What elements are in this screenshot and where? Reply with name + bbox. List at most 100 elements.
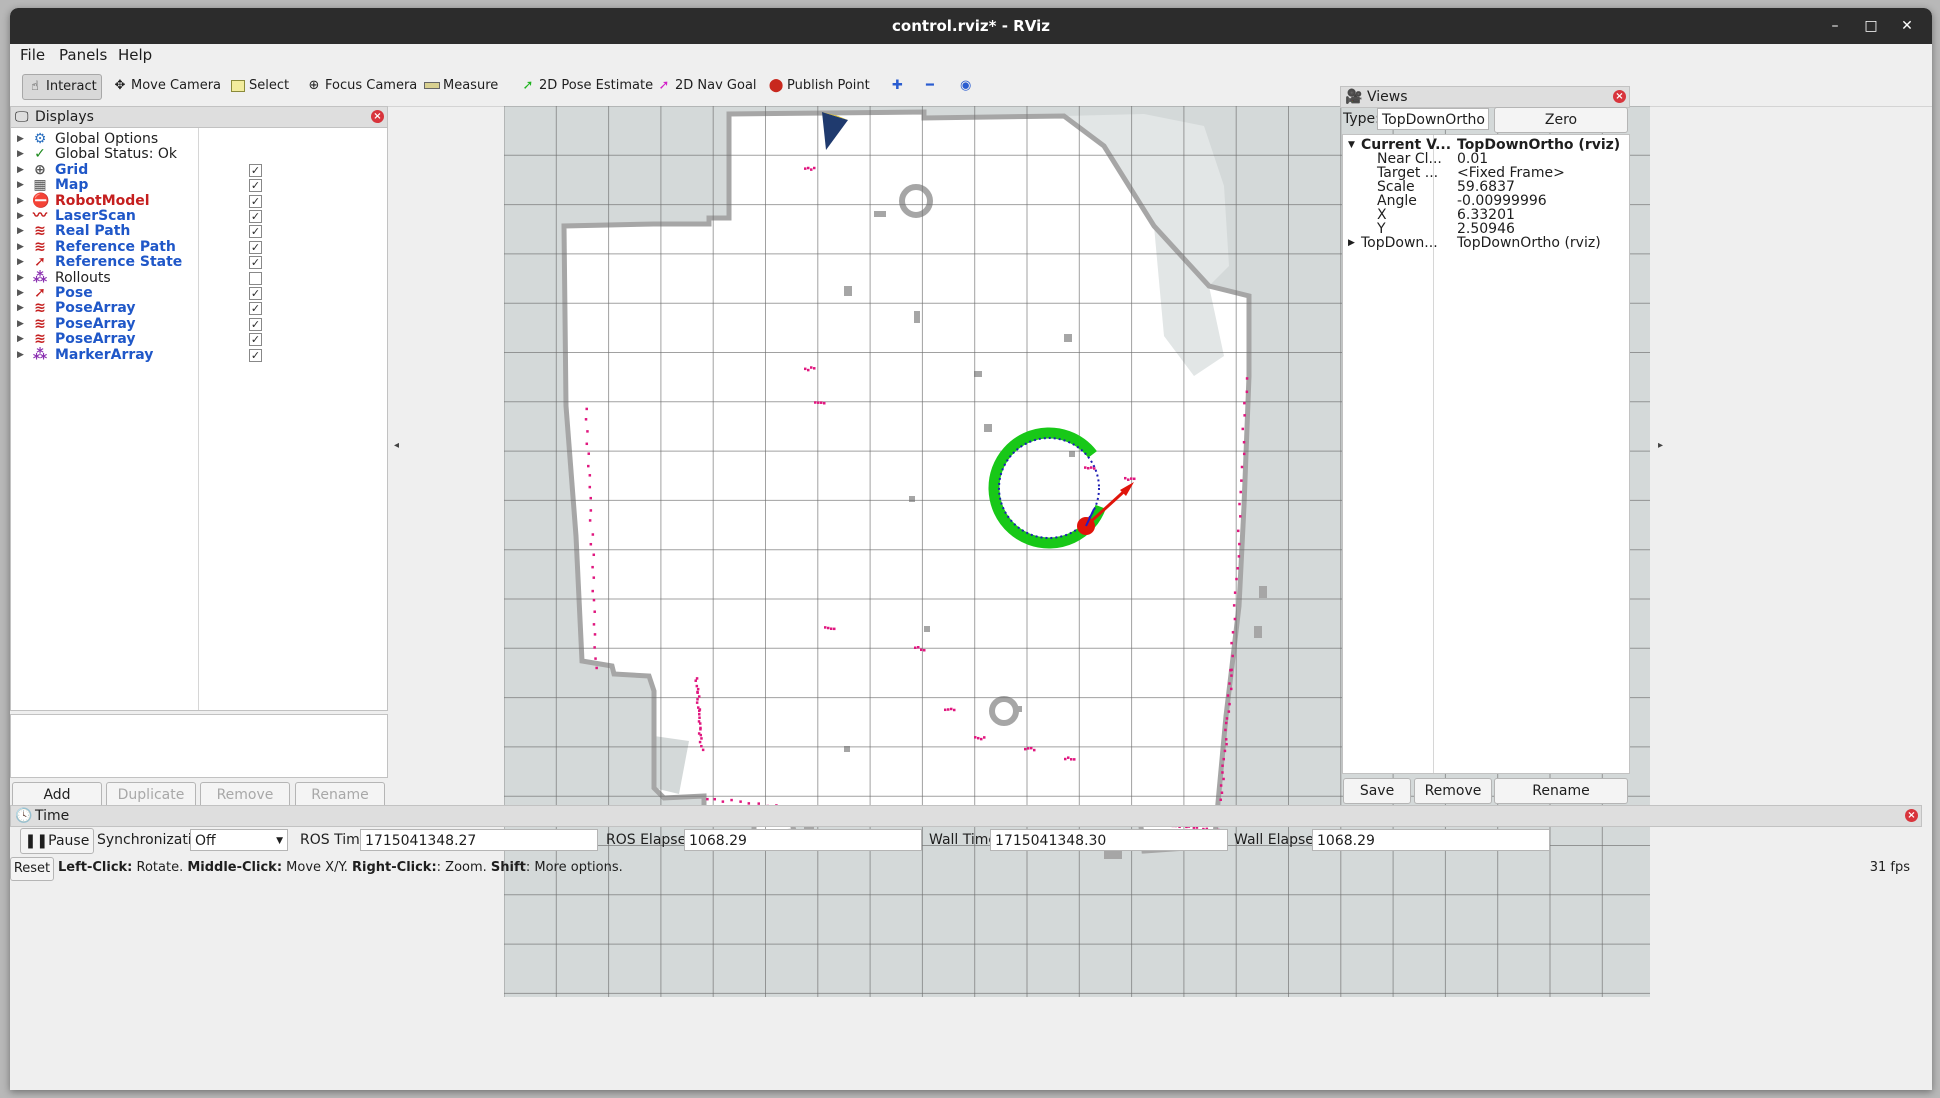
display-enable-checkbox[interactable]: ✓	[249, 225, 262, 239]
tool-2d-pose-estimate[interactable]: ➚ 2D Pose Estimate	[516, 74, 657, 98]
laser-point	[1024, 747, 1027, 751]
laser-point	[810, 366, 813, 369]
views-header: 🎥 Views ×	[1340, 86, 1630, 108]
laser-point	[588, 474, 592, 477]
display-item[interactable]: ▶ ⁂ MarkerArray ✓	[11, 346, 387, 365]
display-enable-checkbox[interactable]: ✓	[249, 240, 262, 254]
tool-interact[interactable]: ☝ Interact	[22, 74, 102, 100]
display-enable-checkbox[interactable]: ✓	[249, 179, 262, 193]
focus-camera-icon: ⊕	[308, 78, 320, 93]
display-enable-checkbox[interactable]: ✓	[249, 163, 262, 177]
laser-point	[721, 800, 725, 803]
laser-point	[593, 610, 596, 613]
expand-arrow-icon[interactable]: ▶	[1348, 235, 1355, 252]
laser-point	[804, 367, 807, 371]
marker-icon: ⁂	[32, 346, 48, 363]
tool-select[interactable]: Select	[226, 74, 293, 98]
left-collapse-icon[interactable]: ◂	[394, 440, 399, 451]
laser-point	[1221, 771, 1224, 774]
laser-point	[1219, 798, 1222, 802]
display-enable-checkbox[interactable]: ✓	[249, 256, 262, 270]
minus-icon[interactable]: ━	[922, 74, 938, 98]
laser-point	[595, 666, 598, 670]
tool-2d-nav-goal[interactable]: ➚ 2D Nav Goal	[652, 74, 761, 98]
rviz-window: control.rviz* - RViz – □ ✕ File Panels H…	[10, 8, 1932, 1090]
menu-file[interactable]: File	[20, 46, 45, 64]
laser-point	[1224, 721, 1228, 725]
laser-point	[699, 733, 703, 737]
laser-point	[696, 698, 699, 701]
laser-point	[1219, 784, 1223, 787]
display-description	[10, 714, 388, 778]
plus-icon[interactable]: ✚	[888, 74, 907, 98]
pause-button[interactable]: ❚❚Pause	[20, 828, 94, 854]
zero-button[interactable]: Zero	[1494, 107, 1628, 133]
time-header: 🕓 Time ×	[10, 805, 1922, 827]
laser-point	[593, 633, 597, 636]
display-enable-checkbox[interactable]: ✓	[249, 194, 262, 208]
display-enable-checkbox[interactable]: ✓	[249, 333, 262, 347]
laser-point	[953, 708, 956, 712]
camera-icon: 🎥	[1345, 89, 1363, 105]
right-collapse-icon[interactable]: ▸	[1658, 440, 1663, 451]
minimize-button[interactable]: –	[1820, 8, 1850, 44]
menu-panels[interactable]: Panels	[59, 46, 107, 64]
sync-select[interactable]: Off ▼	[190, 829, 288, 851]
laser-point	[592, 598, 596, 602]
laser-point	[701, 748, 705, 752]
display-enable-checkbox[interactable]: ✓	[249, 287, 262, 300]
laser-point	[1238, 542, 1241, 546]
ros-elapsed-field[interactable]: 1068.29	[684, 829, 922, 851]
remove-view-button[interactable]: Remove	[1414, 778, 1492, 804]
views-close-icon[interactable]: ×	[1613, 90, 1626, 103]
reset-button[interactable]: Reset	[10, 857, 54, 881]
laser-point	[1235, 577, 1238, 581]
laser-point	[593, 646, 596, 649]
tool-move-camera[interactable]: ✥ Move Camera	[108, 74, 225, 98]
laser-point	[1030, 746, 1033, 750]
laser-point	[947, 708, 950, 711]
save-view-button[interactable]: Save	[1343, 778, 1411, 804]
laser-point	[1230, 674, 1233, 677]
rename-view-button[interactable]: Rename	[1494, 778, 1628, 804]
laser-point	[1084, 466, 1087, 469]
tool-focus-camera[interactable]: ⊕ Focus Camera	[302, 74, 421, 98]
eye-icon[interactable]: ◉	[956, 74, 975, 98]
laser-point	[1027, 747, 1030, 750]
display-enable-checkbox[interactable]: ✓	[249, 317, 262, 331]
maximize-button[interactable]: □	[1856, 8, 1886, 44]
menu-bar: File Panels Help	[10, 44, 1932, 66]
laser-point	[1231, 654, 1234, 658]
laser-point	[1222, 777, 1225, 781]
expand-arrow-icon[interactable]: ▶	[17, 346, 24, 365]
laser-point	[1220, 791, 1224, 794]
view-properties: ▼ Current V... TopDownOrtho (rviz) Near Cl.…	[1342, 134, 1630, 774]
display-enable-checkbox[interactable]: ✓	[249, 348, 262, 362]
laser-point	[588, 519, 592, 522]
menu-help[interactable]: Help	[118, 46, 152, 64]
laser-point	[698, 709, 701, 713]
close-button[interactable]: ✕	[1892, 8, 1922, 44]
map-obstacle	[924, 626, 930, 632]
laser-point	[694, 679, 697, 682]
ros-time-field[interactable]: 1715041348.27	[360, 829, 598, 851]
status-hint: Left-Click: Rotate. Middle-Click: Move X…	[58, 860, 623, 875]
tool-measure[interactable]: Measure	[420, 74, 502, 98]
map-obstacle	[1064, 334, 1072, 342]
display-enable-checkbox[interactable]: ✓	[249, 302, 262, 316]
toolbar: ☝ Interact ✥ Move Camera Select ⊕ Focus Cam…	[10, 66, 1932, 107]
display-enable-checkbox[interactable]	[249, 271, 262, 285]
wall-time-field[interactable]: 1715041348.30	[990, 829, 1228, 851]
wall-elapsed-field[interactable]: 1068.29	[1312, 829, 1550, 851]
laser-point	[1236, 567, 1239, 570]
laser-point	[1224, 738, 1228, 741]
view-property-row[interactable]: ▶ TopDown... TopDownOrtho (rviz)	[1343, 235, 1611, 252]
map-obstacle	[1016, 706, 1022, 712]
time-close-icon[interactable]: ×	[1905, 809, 1918, 822]
measure-icon	[424, 74, 440, 98]
display-enable-checkbox[interactable]: ✓	[249, 210, 262, 223]
tool-publish-point[interactable]: ⬤ Publish Point	[764, 74, 874, 98]
displays-close-icon[interactable]: ×	[371, 110, 384, 123]
laser-point	[706, 797, 709, 801]
view-type-select[interactable]: TopDownOrtho ( ▼	[1377, 108, 1489, 150]
